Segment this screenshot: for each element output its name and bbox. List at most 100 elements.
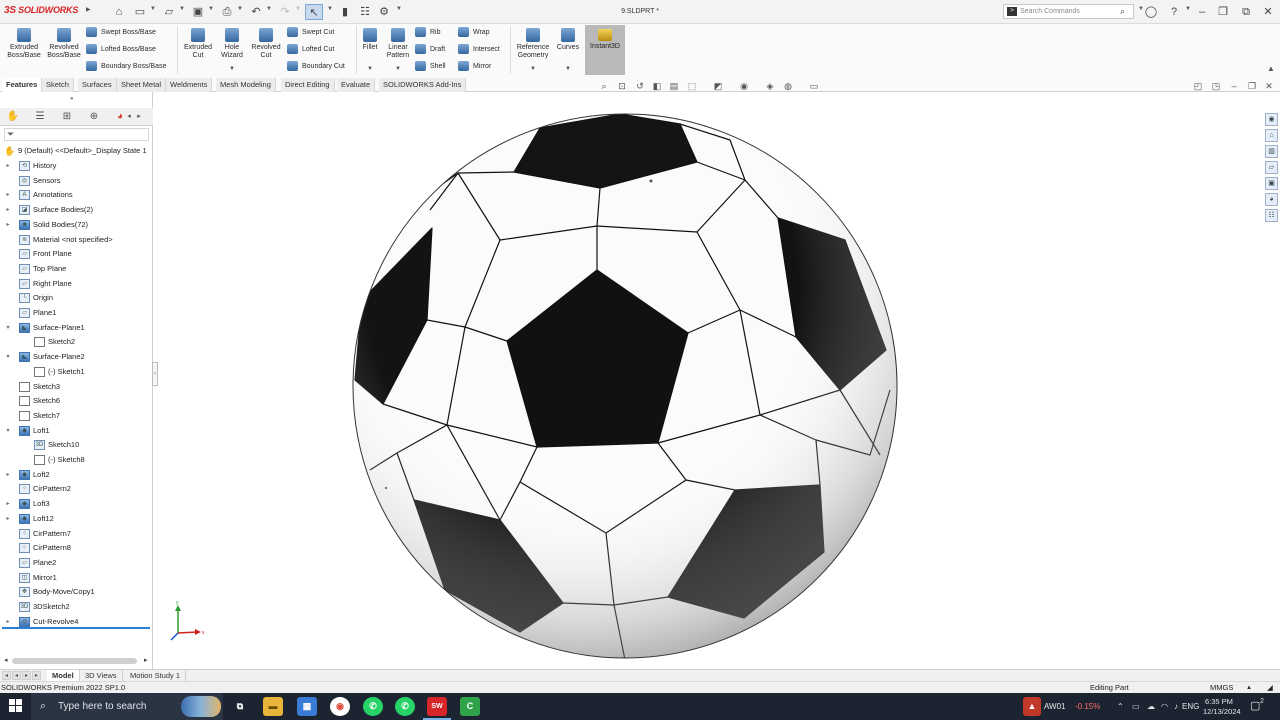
chevron-down-icon[interactable]: ▼ (395, 66, 401, 72)
chevron-down-icon[interactable]: ▼ (150, 6, 156, 12)
solidworks-app-icon[interactable]: SW (427, 697, 447, 716)
solidworks-resources-icon[interactable]: ◉ (1265, 113, 1278, 126)
print-icon[interactable]: ⎙ (219, 4, 235, 20)
tree-item[interactable]: ✥ Body-Move/Copy1 (0, 585, 153, 599)
property-manager-tab-icon[interactable]: ☰ (29, 110, 51, 124)
chevron-down-icon[interactable]: ▼ (179, 6, 185, 12)
calculator-app-icon[interactable]: ▦ (297, 697, 317, 716)
soccer-ball-model[interactable]: x y (154, 93, 1262, 668)
hole-wizard-button[interactable]: Hole Wizard (215, 28, 249, 60)
collapse-icon[interactable]: ▾ (4, 424, 12, 438)
task-view-icon[interactable]: ⧉ (230, 697, 250, 716)
chevron-down-icon[interactable]: ▼ (327, 6, 333, 12)
swept-cut-button[interactable]: Swept Cut (287, 27, 334, 39)
camtasia-app-icon[interactable]: C (460, 697, 480, 716)
chevron-down-icon[interactable]: ▼ (229, 66, 235, 72)
wifi-icon[interactable]: ◠ (1161, 693, 1168, 720)
collapse-ribbon-icon[interactable]: ▲ (1267, 64, 1275, 73)
display-style-icon[interactable]: ◩ (712, 81, 724, 92)
shell-button[interactable]: Shell (415, 61, 446, 73)
tab-sketch[interactable]: Sketch (42, 78, 74, 92)
expand-icon[interactable]: ▸ (4, 468, 12, 482)
chrome-app-icon[interactable]: ◉ (330, 697, 350, 716)
tree-item[interactable]: ◫ Mirror1 (0, 571, 153, 585)
tree-item[interactable]: ⁘ CirPattern7 (0, 527, 153, 541)
custom-properties-icon[interactable]: ☷ (1265, 209, 1278, 222)
tab-evaluate[interactable]: Evaluate (337, 78, 376, 92)
collapse-icon[interactable]: ▾ (4, 350, 12, 364)
tab-sheet-metal[interactable]: Sheet Metal (117, 78, 167, 92)
tree-item[interactable]: Sketch7 (0, 409, 153, 423)
boundary-boss-button[interactable]: Boundary Boss/Base (86, 61, 166, 73)
traffic-light-icon[interactable]: ▮ (337, 4, 353, 20)
apply-scene-icon[interactable]: ◍ (782, 81, 794, 92)
expand-icon[interactable]: ▸ (4, 512, 12, 526)
stock-ticker[interactable]: AW01 (1044, 693, 1066, 720)
tile-window-icon[interactable]: ⧉ (1235, 3, 1257, 21)
chevron-down-icon[interactable]: ▼ (208, 6, 214, 12)
horizontal-scrollbar[interactable]: ◂ ▸ (4, 656, 150, 666)
tree-item[interactable]: ▱ Right Plane (0, 277, 153, 291)
hide-show-items-icon[interactable]: ◉ (738, 81, 750, 92)
revolved-boss-button[interactable]: Revolved Boss/Base (44, 28, 84, 60)
select-cursor-icon[interactable]: ↖ (305, 4, 323, 20)
curves-button[interactable]: Curves (555, 28, 581, 52)
tree-item[interactable]: ◎ Sensors (0, 174, 153, 188)
bottom-tab-model[interactable]: Model (47, 670, 80, 681)
dynamic-annotation-icon[interactable]: ▤ (668, 81, 680, 92)
cloud-icon[interactable]: ☁ (1147, 693, 1155, 720)
expand-icon[interactable]: ▸ (4, 218, 12, 232)
tree-item[interactable]: ▱ Plane1 (0, 306, 153, 320)
zoom-to-area-icon[interactable]: ⊡ (616, 81, 628, 92)
tree-item[interactable]: ▸ ◆ Loft2 (0, 468, 153, 482)
instant3d-button[interactable]: Instant3D (585, 25, 625, 75)
graphics-area[interactable]: x y (154, 93, 1262, 668)
file-explorer-app-icon[interactable]: ▬ (263, 697, 283, 716)
close-window-icon[interactable]: ✕ (1257, 3, 1279, 21)
intersect-button[interactable]: Intersect (458, 44, 500, 56)
view-orientation-icon[interactable]: ⬚ (686, 81, 698, 92)
home-icon[interactable]: ⌂ (111, 4, 127, 20)
chevron-down-icon[interactable]: ▼ (237, 6, 243, 12)
wrap-button[interactable]: Wrap (458, 27, 490, 39)
expand-icon[interactable]: ▸ (4, 497, 12, 511)
scroll-left-icon[interactable]: ◂ (4, 656, 8, 664)
extruded-boss-button[interactable]: Extruded Boss/Base (4, 28, 44, 60)
tree-item[interactable]: ▸ ◆ Loft3 (0, 497, 153, 511)
tab-direct-editing[interactable]: Direct Editing (281, 78, 335, 92)
home-icon[interactable]: ⌂ (1265, 129, 1278, 142)
revolved-cut-button[interactable]: Revolved Cut (248, 28, 284, 60)
tab-weldments[interactable]: Weldments (166, 78, 213, 92)
section-view-icon[interactable]: ◧ (651, 81, 663, 92)
lofted-boss-button[interactable]: Lofted Boss/Base (86, 44, 156, 56)
tab-scroll-left-icon[interactable]: ◂ (124, 110, 134, 124)
tree-item[interactable]: └ Origin (0, 291, 153, 305)
previous-view-icon[interactable]: ↺ (634, 81, 646, 92)
tree-item[interactable]: ▾ ◣ Surface-Plane2 (0, 350, 153, 364)
new-document-icon[interactable]: ▭ (132, 4, 148, 20)
lofted-cut-button[interactable]: Lofted Cut (287, 44, 334, 56)
rollback-bar[interactable] (2, 627, 150, 629)
windows-start-icon[interactable] (9, 699, 23, 713)
prev-tab-icon[interactable]: ◂ (12, 671, 21, 680)
panel-grip-icon[interactable]: ● (70, 96, 74, 102)
tree-root[interactable]: ✋ 9 (Default) <<Default>_Display State 1 (0, 144, 153, 158)
tree-item[interactable]: ≋ Material <not specified> (0, 233, 153, 247)
tree-item[interactable]: (-) Sketch1 (0, 365, 153, 379)
expand-icon[interactable]: ▸ (4, 188, 12, 202)
linear-pattern-button[interactable]: Linear Pattern (383, 28, 413, 60)
tree-item[interactable]: ▸ ■ Solid Bodies(72) (0, 218, 153, 232)
chevron-down-icon[interactable]: ▼ (266, 6, 272, 12)
redo-icon[interactable]: ↷ (277, 4, 293, 20)
tree-item[interactable]: Sketch6 (0, 394, 153, 408)
file-properties-icon[interactable]: ☷ (357, 4, 373, 20)
close-viewport-icon[interactable]: ✕ (1263, 81, 1275, 92)
tab-solidworks-add-ins[interactable]: SOLIDWORKS Add-Ins (379, 78, 467, 92)
dimxpert-tab-icon[interactable]: ⊕ (83, 110, 105, 124)
taskbar-search[interactable]: ⌕ Type here to search (31, 693, 223, 720)
whatsapp-app-icon[interactable]: ✆ (363, 697, 383, 716)
extruded-cut-button[interactable]: Extruded Cut (180, 28, 216, 60)
tree-item[interactable]: ▸ ◆ Loft12 (0, 512, 153, 526)
tab-features[interactable]: Features (2, 78, 43, 92)
clock-date[interactable]: 12/13/2024 (1203, 698, 1241, 725)
